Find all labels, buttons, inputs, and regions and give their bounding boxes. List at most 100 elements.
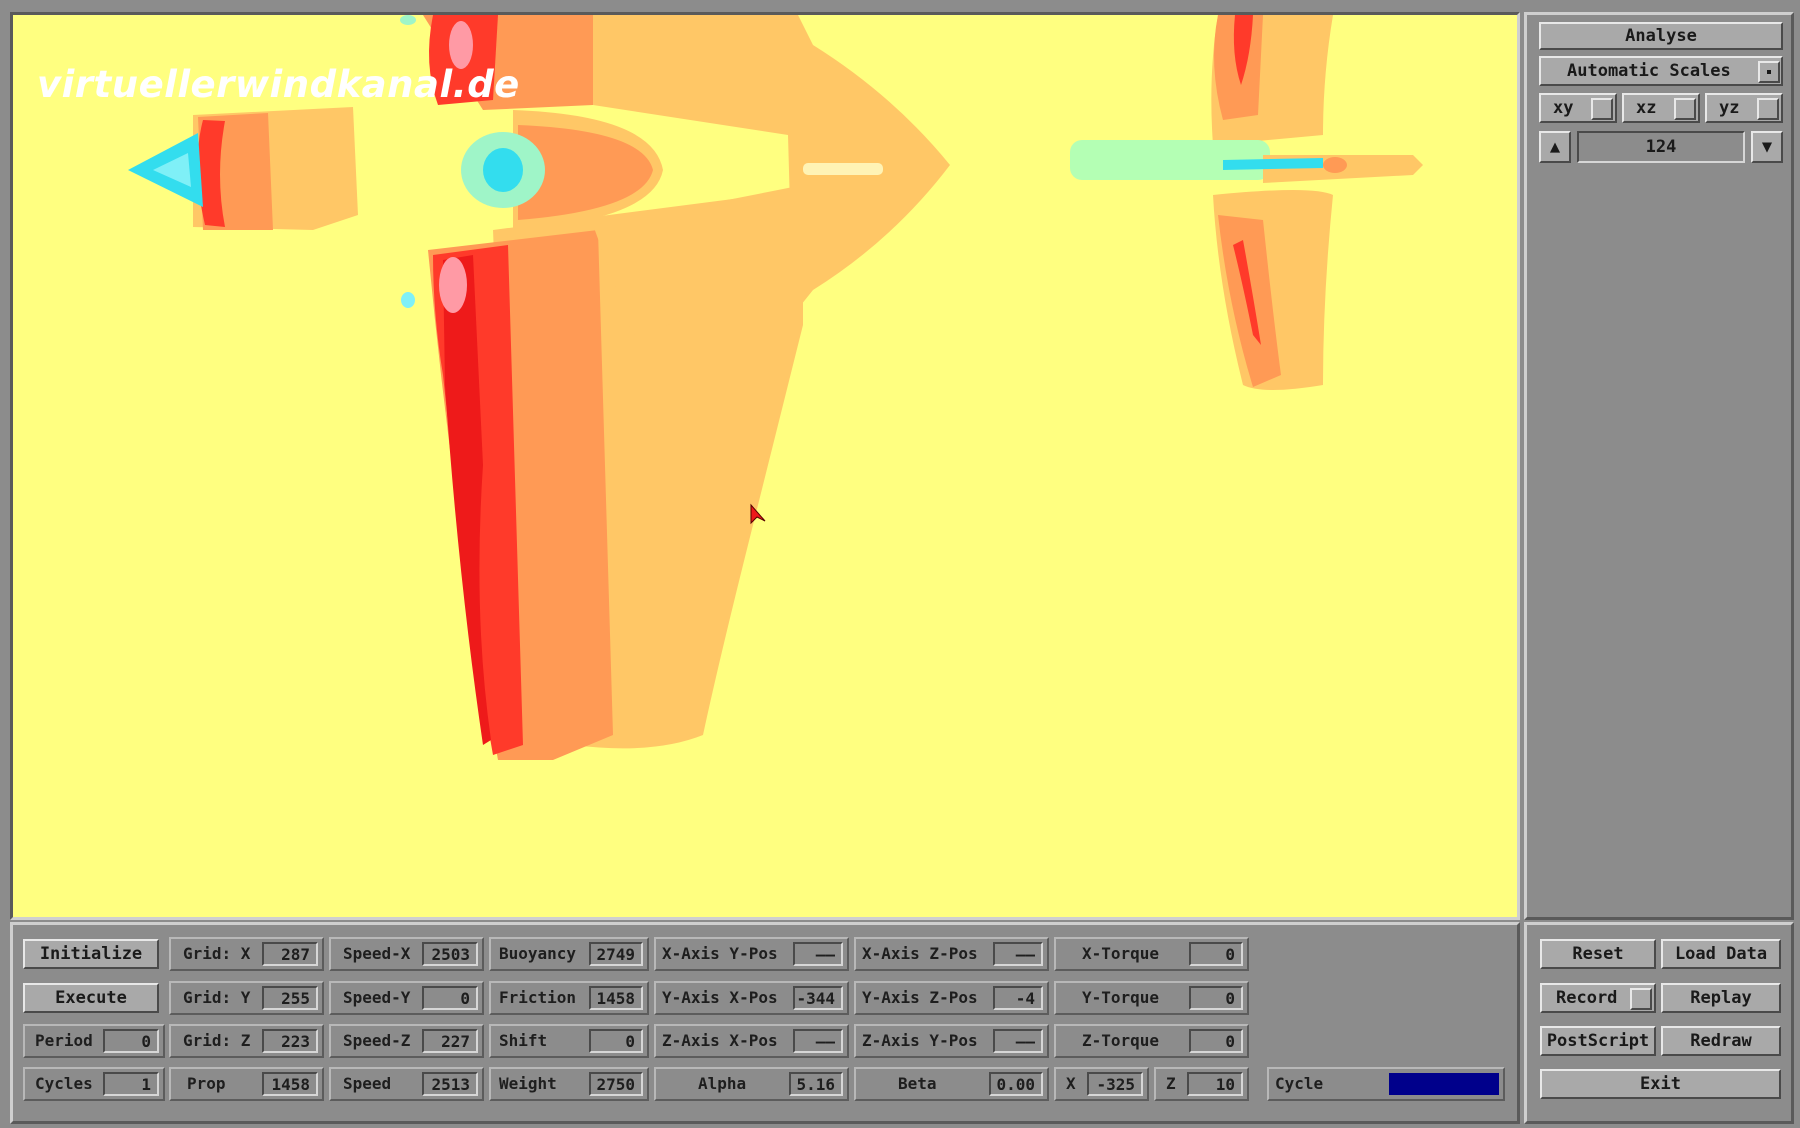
- shift-field: Shift 0: [489, 1024, 649, 1058]
- view-yz-toggle[interactable]: yz: [1705, 93, 1783, 123]
- replay-button[interactable]: Replay: [1661, 983, 1781, 1013]
- y-axis-x-pos-value[interactable]: -344: [793, 986, 843, 1010]
- x-position-value[interactable]: -325: [1087, 1072, 1143, 1096]
- view-xy-checkbox[interactable]: [1591, 98, 1613, 120]
- view-xz-toggle[interactable]: xz: [1622, 93, 1700, 123]
- record-checkbox[interactable]: [1630, 988, 1652, 1010]
- period-field: Period 0: [23, 1024, 165, 1058]
- up-arrow-icon: ▲: [1549, 137, 1561, 157]
- speed-y-field: Speed-Y 0: [329, 981, 484, 1015]
- view-xy-toggle[interactable]: xy: [1539, 93, 1617, 123]
- period-value[interactable]: 0: [103, 1029, 159, 1053]
- weight-value[interactable]: 2750: [589, 1072, 643, 1096]
- view-xy-label: xy: [1553, 98, 1574, 118]
- prop-field: Prop 1458: [169, 1067, 324, 1101]
- flow-visualization-canvas[interactable]: virtuellerwindkanal.de: [10, 12, 1520, 920]
- z-axis-y-pos-field: Z-Axis Y-Pos ——: [854, 1024, 1049, 1058]
- grid-y-value[interactable]: 255: [262, 986, 318, 1010]
- friction-value[interactable]: 1458: [589, 986, 643, 1010]
- speed-y-value[interactable]: 0: [422, 986, 478, 1010]
- buoyancy-label: Buoyancy: [499, 944, 577, 963]
- x-torque-value[interactable]: 0: [1189, 942, 1243, 966]
- record-toggle[interactable]: Record: [1540, 983, 1656, 1013]
- down-arrow-icon: ▼: [1761, 137, 1773, 157]
- alpha-label: Alpha: [698, 1074, 747, 1093]
- z-axis-y-pos-value[interactable]: ——: [993, 1029, 1043, 1053]
- speed-x-label: Speed-X: [343, 944, 411, 963]
- y-axis-z-pos-label: Y-Axis Z-Pos: [862, 988, 978, 1007]
- z-torque-value[interactable]: 0: [1189, 1029, 1243, 1053]
- x-axis-z-pos-field: X-Axis Z-Pos ——: [854, 937, 1049, 971]
- prop-label: Prop: [187, 1074, 226, 1093]
- grid-x-value[interactable]: 287: [262, 942, 318, 966]
- beta-value[interactable]: 0.00: [989, 1072, 1043, 1096]
- weight-field: Weight 2750: [489, 1067, 649, 1101]
- y-torque-field: Y-Torque 0: [1054, 981, 1249, 1015]
- x-torque-label: X-Torque: [1082, 944, 1160, 963]
- automatic-scales-checkbox[interactable]: [1758, 61, 1780, 83]
- checkbox-dot-icon: [1767, 70, 1771, 74]
- upper-wing-pink: [449, 21, 473, 69]
- speed-x-value[interactable]: 2503: [422, 942, 478, 966]
- speed-label: Speed: [343, 1074, 392, 1093]
- y-axis-z-pos-value[interactable]: -4: [993, 986, 1043, 1010]
- y-axis-z-pos-field: Y-Axis Z-Pos -4: [854, 981, 1049, 1015]
- x-axis-y-pos-field: X-Axis Y-Pos ——: [654, 937, 849, 971]
- x-position-field: X -325: [1054, 1067, 1149, 1101]
- speed-field: Speed 2513: [329, 1067, 484, 1101]
- slice-down-button[interactable]: ▼: [1751, 131, 1783, 163]
- tail-boom-orange: [1323, 157, 1347, 173]
- x-axis-y-pos-label: X-Axis Y-Pos: [662, 944, 778, 963]
- shift-value[interactable]: 0: [589, 1029, 643, 1053]
- x-axis-z-pos-value[interactable]: ——: [993, 942, 1043, 966]
- bottom-right-actions: Reset Load Data Record Replay PostScript…: [1524, 922, 1794, 1124]
- automatic-scales-toggle[interactable]: Automatic Scales: [1539, 56, 1783, 86]
- view-xz-checkbox[interactable]: [1674, 98, 1696, 120]
- speed-value[interactable]: 2513: [422, 1072, 478, 1096]
- y-torque-value[interactable]: 0: [1189, 986, 1243, 1010]
- slice-up-button[interactable]: ▲: [1539, 131, 1571, 163]
- exit-button[interactable]: Exit: [1540, 1069, 1781, 1099]
- buoyancy-value[interactable]: 2749: [589, 942, 643, 966]
- weight-label: Weight: [499, 1074, 557, 1093]
- reset-button[interactable]: Reset: [1540, 939, 1656, 969]
- friction-label: Friction: [499, 988, 577, 1007]
- grid-z-value[interactable]: 223: [262, 1029, 318, 1053]
- speed-z-field: Speed-Z 227: [329, 1024, 484, 1058]
- analyse-button[interactable]: Analyse: [1539, 22, 1783, 50]
- slice-value-field[interactable]: 124: [1577, 131, 1745, 163]
- right-control-panel: Analyse Automatic Scales xy xz yz ▲ 124 …: [1524, 12, 1794, 920]
- record-label: Record: [1556, 988, 1618, 1008]
- prop-value[interactable]: 1458: [262, 1072, 318, 1096]
- cycle-indicator-field: Cycle: [1267, 1067, 1505, 1101]
- speed-z-value[interactable]: 227: [422, 1029, 478, 1053]
- cycles-value[interactable]: 1: [103, 1072, 159, 1096]
- z-torque-label: Z-Torque: [1082, 1031, 1160, 1050]
- grid-y-field: Grid: Y 255: [169, 981, 324, 1015]
- automatic-scales-label: Automatic Scales: [1567, 61, 1731, 81]
- y-axis-x-pos-field: Y-Axis X-Pos -344: [654, 981, 849, 1015]
- x-axis-y-pos-value[interactable]: ——: [793, 942, 843, 966]
- grid-x-label: Grid: X: [183, 944, 251, 963]
- postscript-button[interactable]: PostScript: [1540, 1026, 1656, 1056]
- vortex-dot-2: [401, 292, 415, 308]
- grid-y-label: Grid: Y: [183, 988, 251, 1007]
- initialize-button[interactable]: Initialize: [23, 939, 159, 969]
- x-axis-z-pos-label: X-Axis Z-Pos: [862, 944, 978, 963]
- view-yz-checkbox[interactable]: [1757, 98, 1779, 120]
- grid-z-field: Grid: Z 223: [169, 1024, 324, 1058]
- redraw-button[interactable]: Redraw: [1661, 1026, 1781, 1056]
- z-axis-x-pos-field: Z-Axis X-Pos ——: [654, 1024, 849, 1058]
- shift-label: Shift: [499, 1031, 548, 1050]
- alpha-value[interactable]: 5.16: [789, 1072, 843, 1096]
- beta-field: Beta 0.00: [854, 1067, 1049, 1101]
- mouse-cursor: [750, 503, 766, 525]
- period-label: Period: [35, 1031, 93, 1050]
- load-data-button[interactable]: Load Data: [1661, 939, 1781, 969]
- cycles-label: Cycles: [35, 1074, 93, 1093]
- z-position-label: Z: [1166, 1074, 1176, 1093]
- execute-button[interactable]: Execute: [23, 983, 159, 1013]
- z-position-value[interactable]: 10: [1187, 1072, 1243, 1096]
- z-axis-x-pos-value[interactable]: ——: [793, 1029, 843, 1053]
- alpha-field: Alpha 5.16: [654, 1067, 849, 1101]
